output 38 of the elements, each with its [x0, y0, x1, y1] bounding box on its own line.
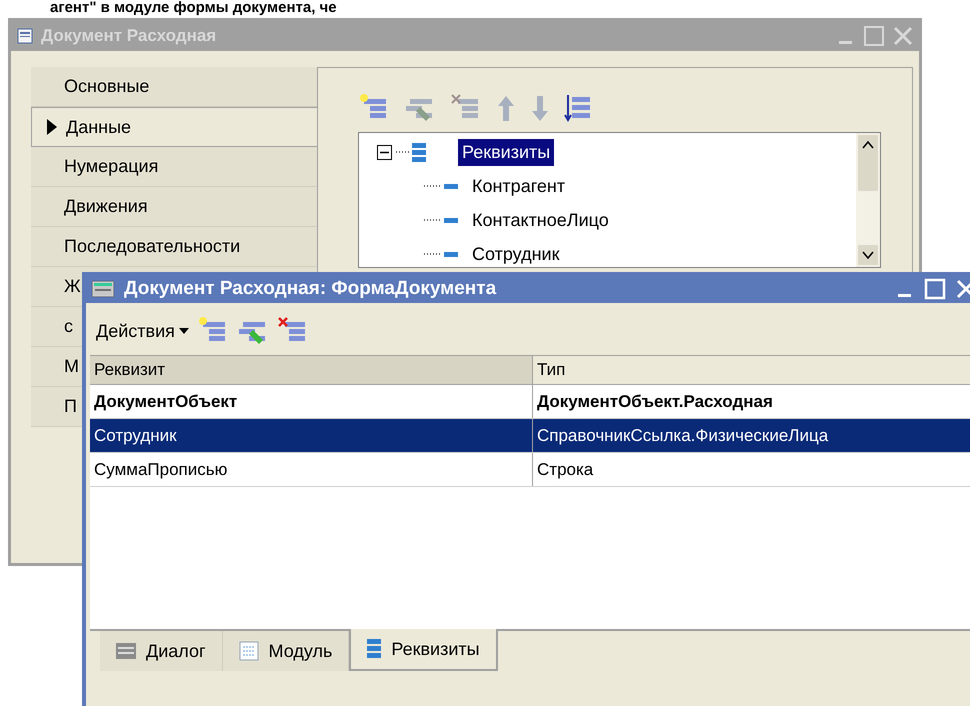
side-tab[interactable]: Основные	[31, 67, 317, 107]
table-row[interactable]: ДокументОбъект ДокументОбъект.Расходная	[90, 385, 970, 419]
scrollbar[interactable]	[856, 133, 880, 267]
tree-item[interactable]: Сотрудник	[472, 240, 560, 268]
pointer-icon	[46, 118, 58, 136]
actions-menu[interactable]: Действия	[96, 318, 189, 344]
bottom-tab[interactable]: Диалог	[100, 631, 223, 671]
side-tab[interactable]: Последовательности	[31, 227, 317, 267]
maximize-icon[interactable]	[863, 25, 885, 47]
scroll-down-icon[interactable]	[858, 245, 878, 265]
bottom-tab[interactable]: Модуль	[222, 631, 350, 671]
column-header[interactable]: Реквизит	[90, 356, 533, 384]
bottom-tab[interactable]: Реквизиты	[349, 629, 498, 671]
caption-text: агент" в модуле формы документа, че	[50, 0, 337, 16]
caret-icon	[178, 328, 189, 334]
attribute-icon	[424, 216, 458, 224]
down-arrow-icon[interactable]	[530, 93, 550, 123]
attributes-icon	[367, 638, 382, 660]
column-header[interactable]: Тип	[533, 356, 970, 384]
side-tab[interactable]: Движения	[31, 187, 317, 227]
tree-item[interactable]: КонтактноеЛицо	[472, 206, 609, 234]
window-icon	[92, 281, 114, 297]
side-tab[interactable]: Данные	[31, 107, 317, 147]
close-icon[interactable]	[893, 26, 913, 46]
collapse-icon[interactable]	[377, 144, 392, 160]
window-icon	[17, 28, 33, 44]
tree-item[interactable]: Реквизиты	[458, 138, 554, 166]
attribute-icon	[424, 182, 458, 190]
window-title: Документ Расходная	[41, 25, 218, 48]
window-title: Документ Расходная: ФормаДокумента	[124, 276, 498, 301]
document-icon	[238, 641, 259, 661]
sort-icon[interactable]	[564, 93, 592, 123]
table-row[interactable]: Сотрудник СправочникСсылка.ФизическиеЛица	[90, 419, 970, 453]
attribute-icon	[424, 250, 458, 258]
form-icon	[116, 643, 136, 659]
tree-item[interactable]: Контрагент	[472, 172, 566, 200]
side-tab[interactable]: Нумерация	[31, 147, 317, 187]
table-row[interactable]: СуммаПрописью Строка	[90, 453, 970, 487]
